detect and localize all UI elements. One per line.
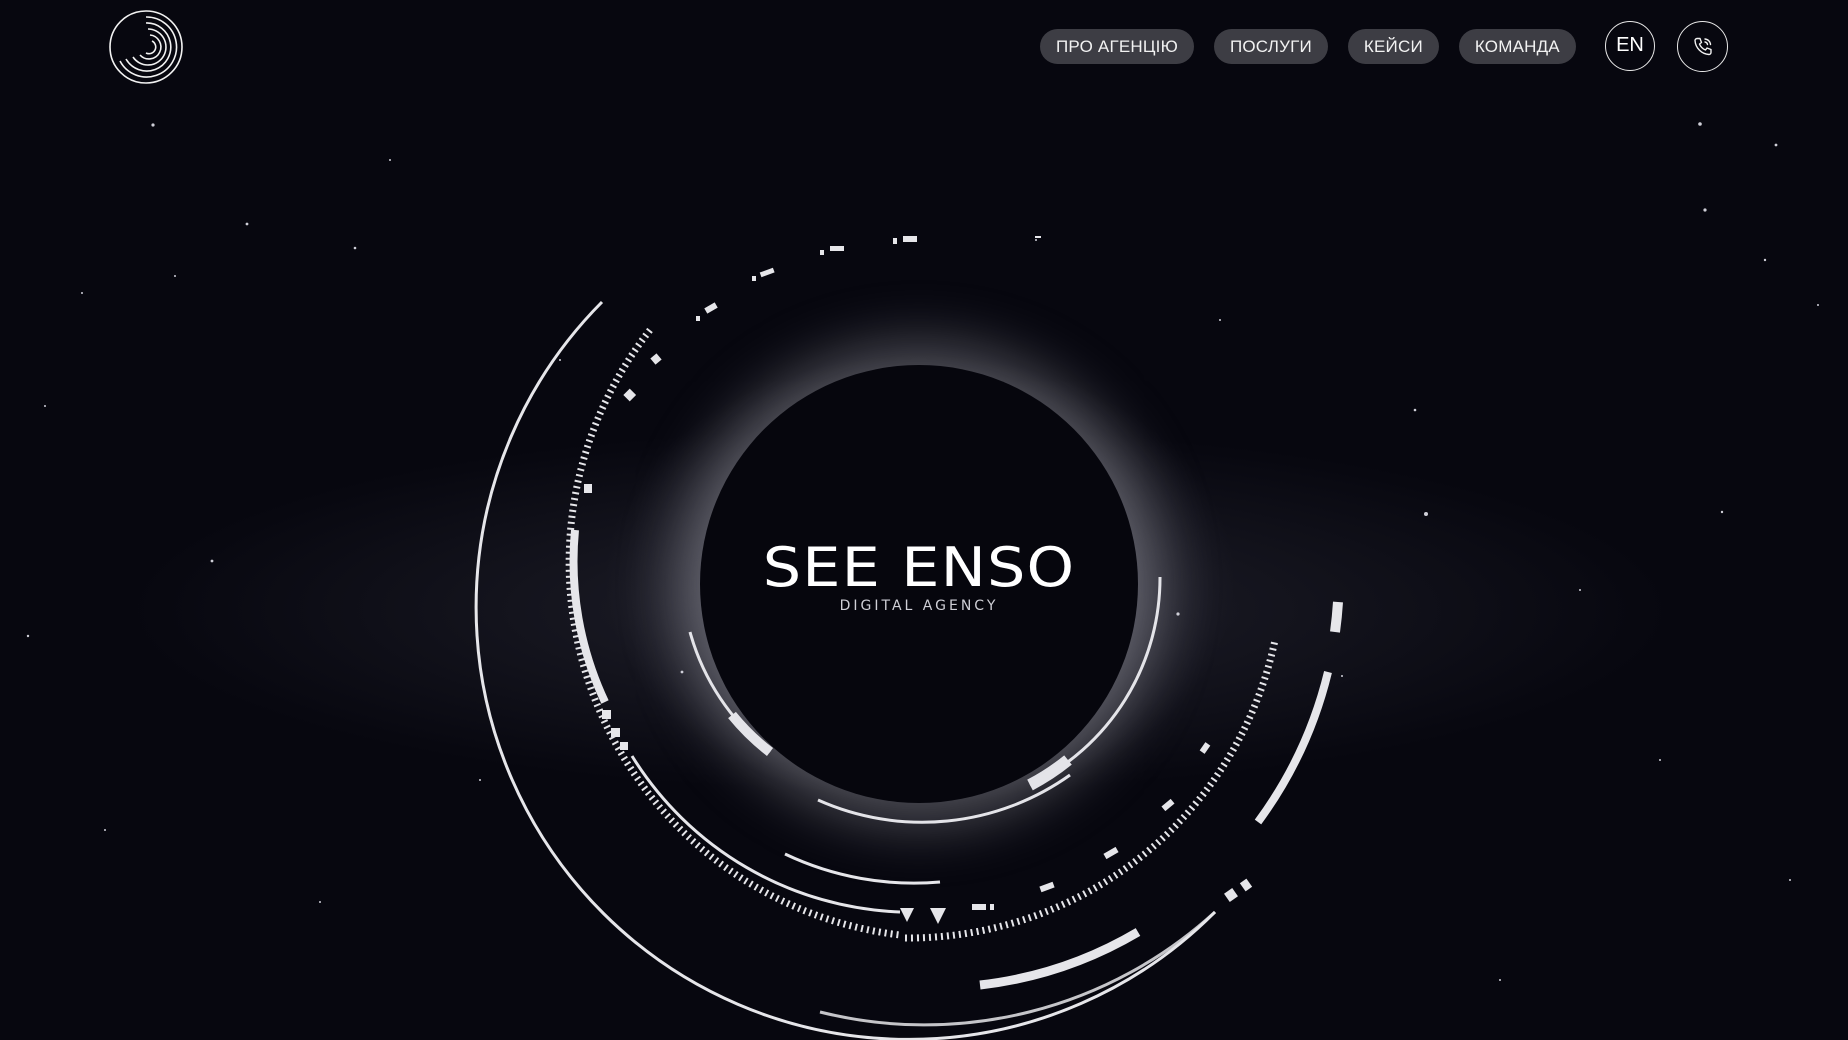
language-switch-button[interactable]: EN xyxy=(1605,21,1655,71)
nav-item-services[interactable]: ПОСЛУГИ xyxy=(1213,29,1328,64)
page: SEE ENSO DIGITAL AGENCY ПРО АГЕНЦІЮ ПОСЛ… xyxy=(0,0,1848,1040)
hero-brand: SEE ENSO DIGITAL AGENCY xyxy=(700,540,1138,615)
nav-item-team[interactable]: КОМАНДА xyxy=(1458,29,1576,64)
spiral-logo-icon[interactable] xyxy=(108,9,184,85)
hero-subtitle: DIGITAL AGENCY xyxy=(839,598,999,614)
site-header: ПРО АГЕНЦІЮ ПОСЛУГИ КЕЙСИ КОМАНДА EN xyxy=(0,0,1848,96)
main-nav: ПРО АГЕНЦІЮ ПОСЛУГИ КЕЙСИ КОМАНДА xyxy=(1040,29,1576,64)
nav-item-cases[interactable]: КЕЙСИ xyxy=(1347,29,1439,64)
hero-title: SEE ENSO xyxy=(762,536,1076,599)
nav-item-about[interactable]: ПРО АГЕНЦІЮ xyxy=(1040,29,1194,64)
phone-icon xyxy=(1693,37,1712,55)
phone-button[interactable] xyxy=(1677,21,1728,72)
